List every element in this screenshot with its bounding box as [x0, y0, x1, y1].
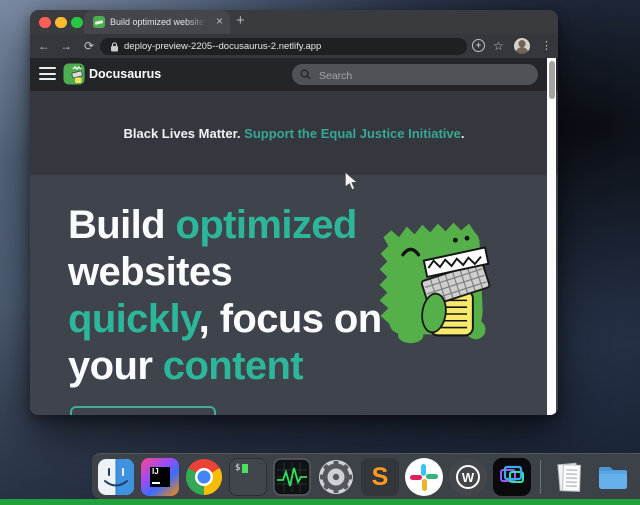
hero-heading: Build optimized websites quickly, focus …	[68, 202, 413, 390]
bookmark-star-icon[interactable]: ☆	[493, 34, 504, 58]
browser-tab-bar: Build optimized websites quick × +	[30, 10, 558, 34]
activity-monitor-icon	[273, 458, 311, 496]
slack-icon	[405, 458, 443, 496]
sublime-text-icon: S	[361, 458, 399, 496]
window-minimize-button[interactable]	[55, 17, 67, 29]
hero-heading-line: your content	[68, 343, 413, 390]
window-zoom-button[interactable]	[71, 17, 83, 29]
dock-item-terminal[interactable]: $	[229, 458, 267, 496]
workplace-icon: W	[449, 458, 487, 496]
announcement-text: Black Lives Matter.	[123, 126, 240, 141]
browser-toolbar: ← → ⟳ deploy-preview-2205--docusaurus-2.…	[30, 34, 558, 58]
docusaurus-mascot-illustration	[366, 211, 502, 347]
dock-item-activity-monitor[interactable]	[273, 458, 311, 496]
recording-indicator-bar	[0, 499, 640, 505]
hero-heading-line: Build optimized	[68, 202, 413, 249]
dock-item-chrome[interactable]	[185, 458, 223, 496]
forward-button[interactable]: →	[58, 34, 74, 58]
screen-capture-icon	[493, 458, 531, 496]
address-bar[interactable]: deploy-preview-2205--docusaurus-2.netlif…	[100, 38, 467, 55]
browser-window: Build optimized websites quick × + ← → ⟳…	[30, 10, 558, 415]
site-viewport: Docusaurus Black Lives Matter. Support t…	[30, 58, 558, 415]
lock-icon	[110, 42, 119, 52]
terminal-icon: $	[229, 458, 267, 496]
tab-close-icon[interactable]: ×	[216, 10, 223, 34]
install-app-icon[interactable]: +	[472, 39, 485, 52]
announcement-period: .	[461, 126, 465, 141]
browser-tab[interactable]: Build optimized websites quick ×	[84, 10, 230, 34]
reload-button[interactable]: ⟳	[81, 34, 97, 58]
docusaurus-favicon-icon	[93, 16, 105, 28]
announcement-link[interactable]: Support the Equal Justice Initiative	[241, 126, 461, 141]
back-button[interactable]: ←	[36, 34, 52, 58]
page-scrollbar[interactable]	[547, 58, 556, 415]
tab-title: Build optimized websites quick	[110, 10, 206, 34]
hamburger-menu-icon[interactable]	[39, 67, 56, 84]
browser-menu-icon[interactable]: ⋮	[541, 34, 552, 58]
finder-icon	[97, 458, 135, 496]
window-close-button[interactable]	[39, 17, 51, 29]
dock-item-downloads-folder[interactable]	[594, 458, 632, 496]
dock: IJ $	[92, 453, 640, 499]
url-text: deploy-preview-2205--docusaurus-2.netlif…	[124, 38, 321, 55]
docusaurus-logo-icon[interactable]	[63, 63, 85, 85]
folder-icon	[594, 458, 632, 496]
mouse-cursor	[344, 171, 359, 192]
search-input[interactable]	[317, 64, 521, 87]
get-started-button[interactable]	[70, 406, 216, 415]
announcement-bar: Black Lives Matter. Support the Equal Ju…	[30, 91, 558, 175]
documents-icon	[550, 458, 588, 496]
hero-heading-line: websites	[68, 249, 413, 296]
new-tab-button[interactable]: +	[236, 10, 245, 34]
hero-heading-line: quickly, focus on	[68, 296, 413, 343]
dock-item-documents-stack[interactable]	[550, 458, 588, 496]
chrome-icon	[185, 458, 223, 496]
hero-section: Build optimized websites quickly, focus …	[30, 175, 558, 415]
dock-item-intellij-idea[interactable]: IJ	[141, 458, 179, 496]
dock-divider	[540, 460, 541, 494]
gear-icon	[317, 458, 355, 496]
dock-item-system-preferences[interactable]	[317, 458, 355, 496]
search-box[interactable]	[292, 64, 538, 85]
dock-item-screen-capture[interactable]	[493, 458, 531, 496]
dock-item-sublime-text[interactable]: S	[361, 458, 399, 496]
search-icon	[300, 69, 311, 80]
intellij-icon: IJ	[141, 458, 179, 496]
dock-item-finder[interactable]	[97, 458, 135, 496]
dock-item-slack[interactable]	[405, 458, 443, 496]
site-navbar: Docusaurus	[30, 58, 558, 91]
profile-avatar[interactable]	[514, 38, 530, 54]
scrollbar-thumb[interactable]	[549, 61, 555, 99]
desktop: Build optimized websites quick × + ← → ⟳…	[0, 0, 640, 505]
dock-item-workplace[interactable]: W	[449, 458, 487, 496]
site-brand[interactable]: Docusaurus	[89, 58, 161, 91]
